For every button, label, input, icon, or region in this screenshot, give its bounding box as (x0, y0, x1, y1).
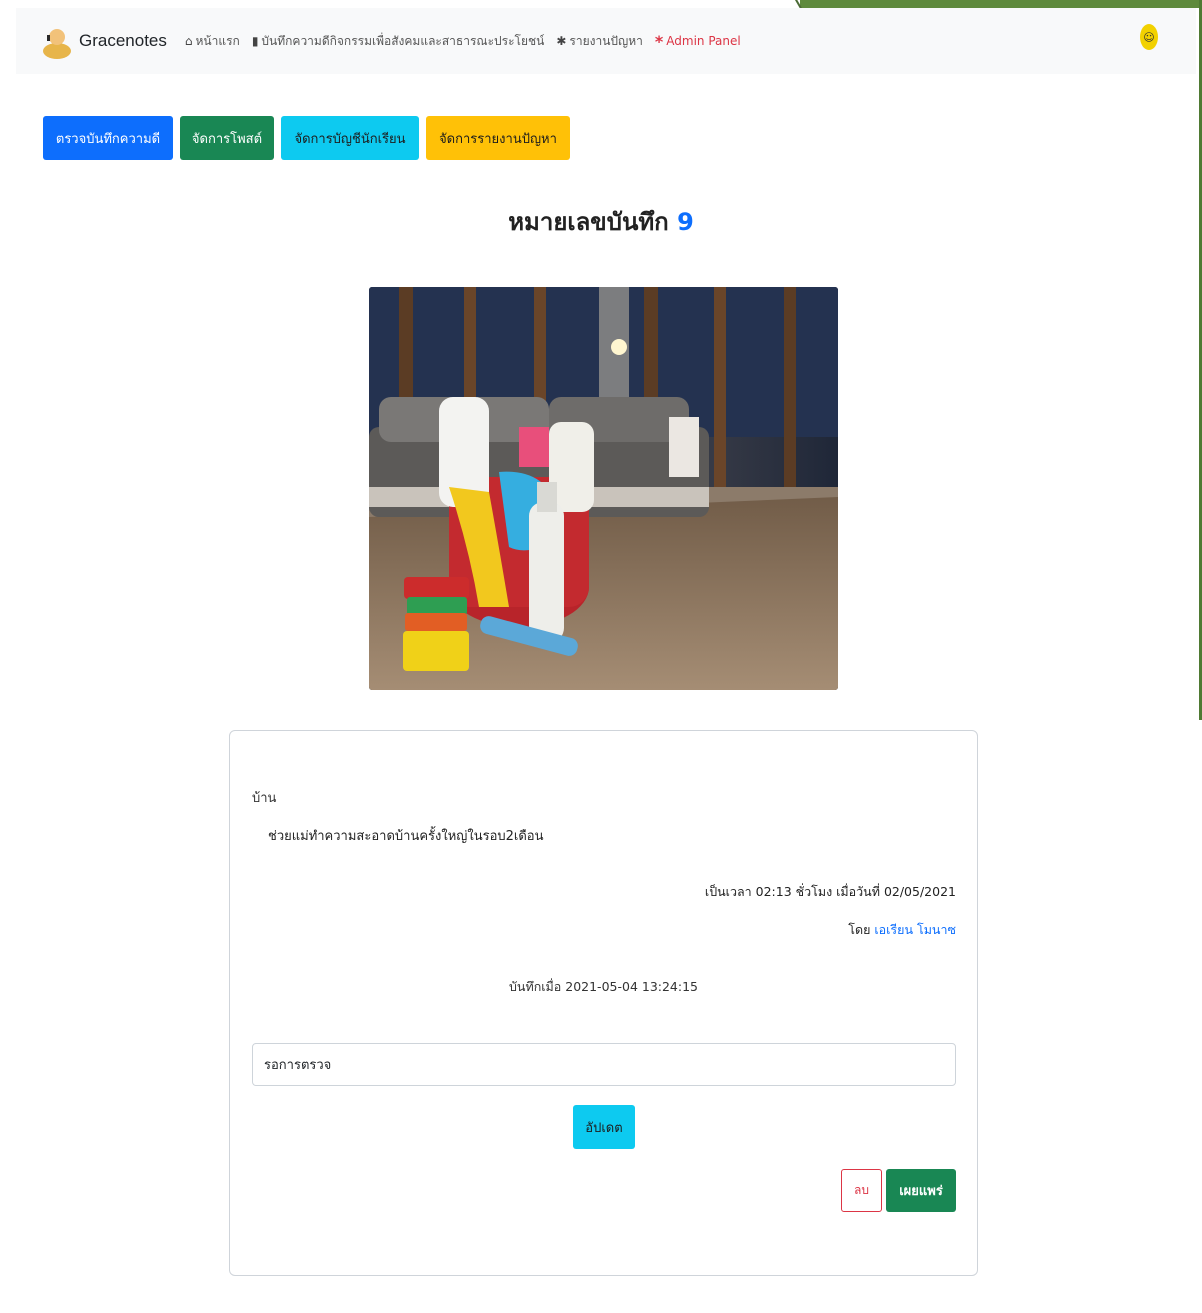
record-description: ช่วยแม่ทำความสะอาดบ้านครั้งใหญ่ในรอบ2เดื… (268, 829, 544, 844)
nav-report-problem-label: รายงานปัญหา (569, 33, 643, 48)
status-field[interactable] (252, 1043, 956, 1086)
notebook-icon: ▮ (251, 34, 259, 48)
update-button[interactable]: อัปเดต (573, 1105, 635, 1149)
record-photo (369, 287, 838, 690)
author-link[interactable]: เอเรียน โมนาซ (874, 922, 956, 937)
navbar: Gracenotes ⌂ หน้าแรก ▮ บันทึกความดีกิจกร… (16, 8, 1196, 74)
home-icon: ⌂ (184, 34, 193, 48)
slide-corner-band (800, 0, 1202, 8)
user-smiley-icon[interactable]: ☺ (1140, 24, 1158, 50)
nav-admin-panel-label: Admin Panel (666, 34, 741, 48)
publish-button[interactable]: เผยแพร่ (886, 1169, 956, 1212)
nav-home[interactable]: ⌂ หน้าแรก (185, 32, 240, 51)
admin-buttons: ตรวจบันทึกความดี จัดการโพสต์ จัดการบัญชี… (43, 116, 577, 160)
byline-prefix: โดย (848, 922, 871, 937)
check-notes-button[interactable]: ตรวจบันทึกความดี (43, 116, 173, 160)
nav-home-label: หน้าแรก (195, 33, 240, 48)
recorded-timestamp: บันทึกเมื่อ 2021-05-04 13:24:15 (508, 979, 699, 994)
record-card: บ้าน ช่วยแม่ทำความสะอาดบ้านครั้งใหญ่ในรอ… (229, 730, 978, 1276)
asterisk-icon: * (654, 31, 664, 51)
nav-admin-panel[interactable]: * Admin Panel (655, 32, 741, 51)
brand-name: Gracenotes (79, 31, 167, 50)
record-number: 9 (677, 208, 694, 236)
nav-links: ⌂ หน้าแรก ▮ บันทึกความดีกิจกรรมเพื่อสังค… (185, 32, 753, 51)
page: Gracenotes ⌂ หน้าแรก ▮ บันทึกความดีกิจกร… (0, 0, 1202, 1313)
manage-posts-button[interactable]: จัดการโพสต์ (180, 116, 274, 160)
record-title-prefix: หมายเลขบันทึก (508, 208, 669, 236)
manage-students-button[interactable]: จัดการบัญชีนักเรียน (281, 116, 419, 160)
record-category: บ้าน (252, 791, 277, 806)
delete-button[interactable]: ลบ (841, 1169, 882, 1212)
record-byline: โดย เอเรียน โมนาซ (848, 920, 956, 940)
nav-good-deeds-label: บันทึกความดีกิจกรรมเพื่อสังคมและสาธารณะป… (261, 33, 545, 48)
manage-reports-button[interactable]: จัดการรายงานปัญหา (426, 116, 570, 160)
nav-report-problem[interactable]: ✱ รายงานปัญหา (556, 32, 643, 51)
nav-good-deeds[interactable]: ▮ บันทึกความดีกิจกรรมเพื่อสังคมและสาธารณ… (252, 32, 545, 51)
bug-icon: ✱ (556, 34, 567, 48)
record-duration: เป็นเวลา 02:13 ชั่วโมง เมื่อวันที่ 02/05… (704, 884, 956, 899)
brand-logo-icon (41, 23, 73, 59)
record-title: หมายเลขบันทึก 9 (0, 202, 1202, 241)
brand-link[interactable]: Gracenotes (41, 23, 167, 59)
